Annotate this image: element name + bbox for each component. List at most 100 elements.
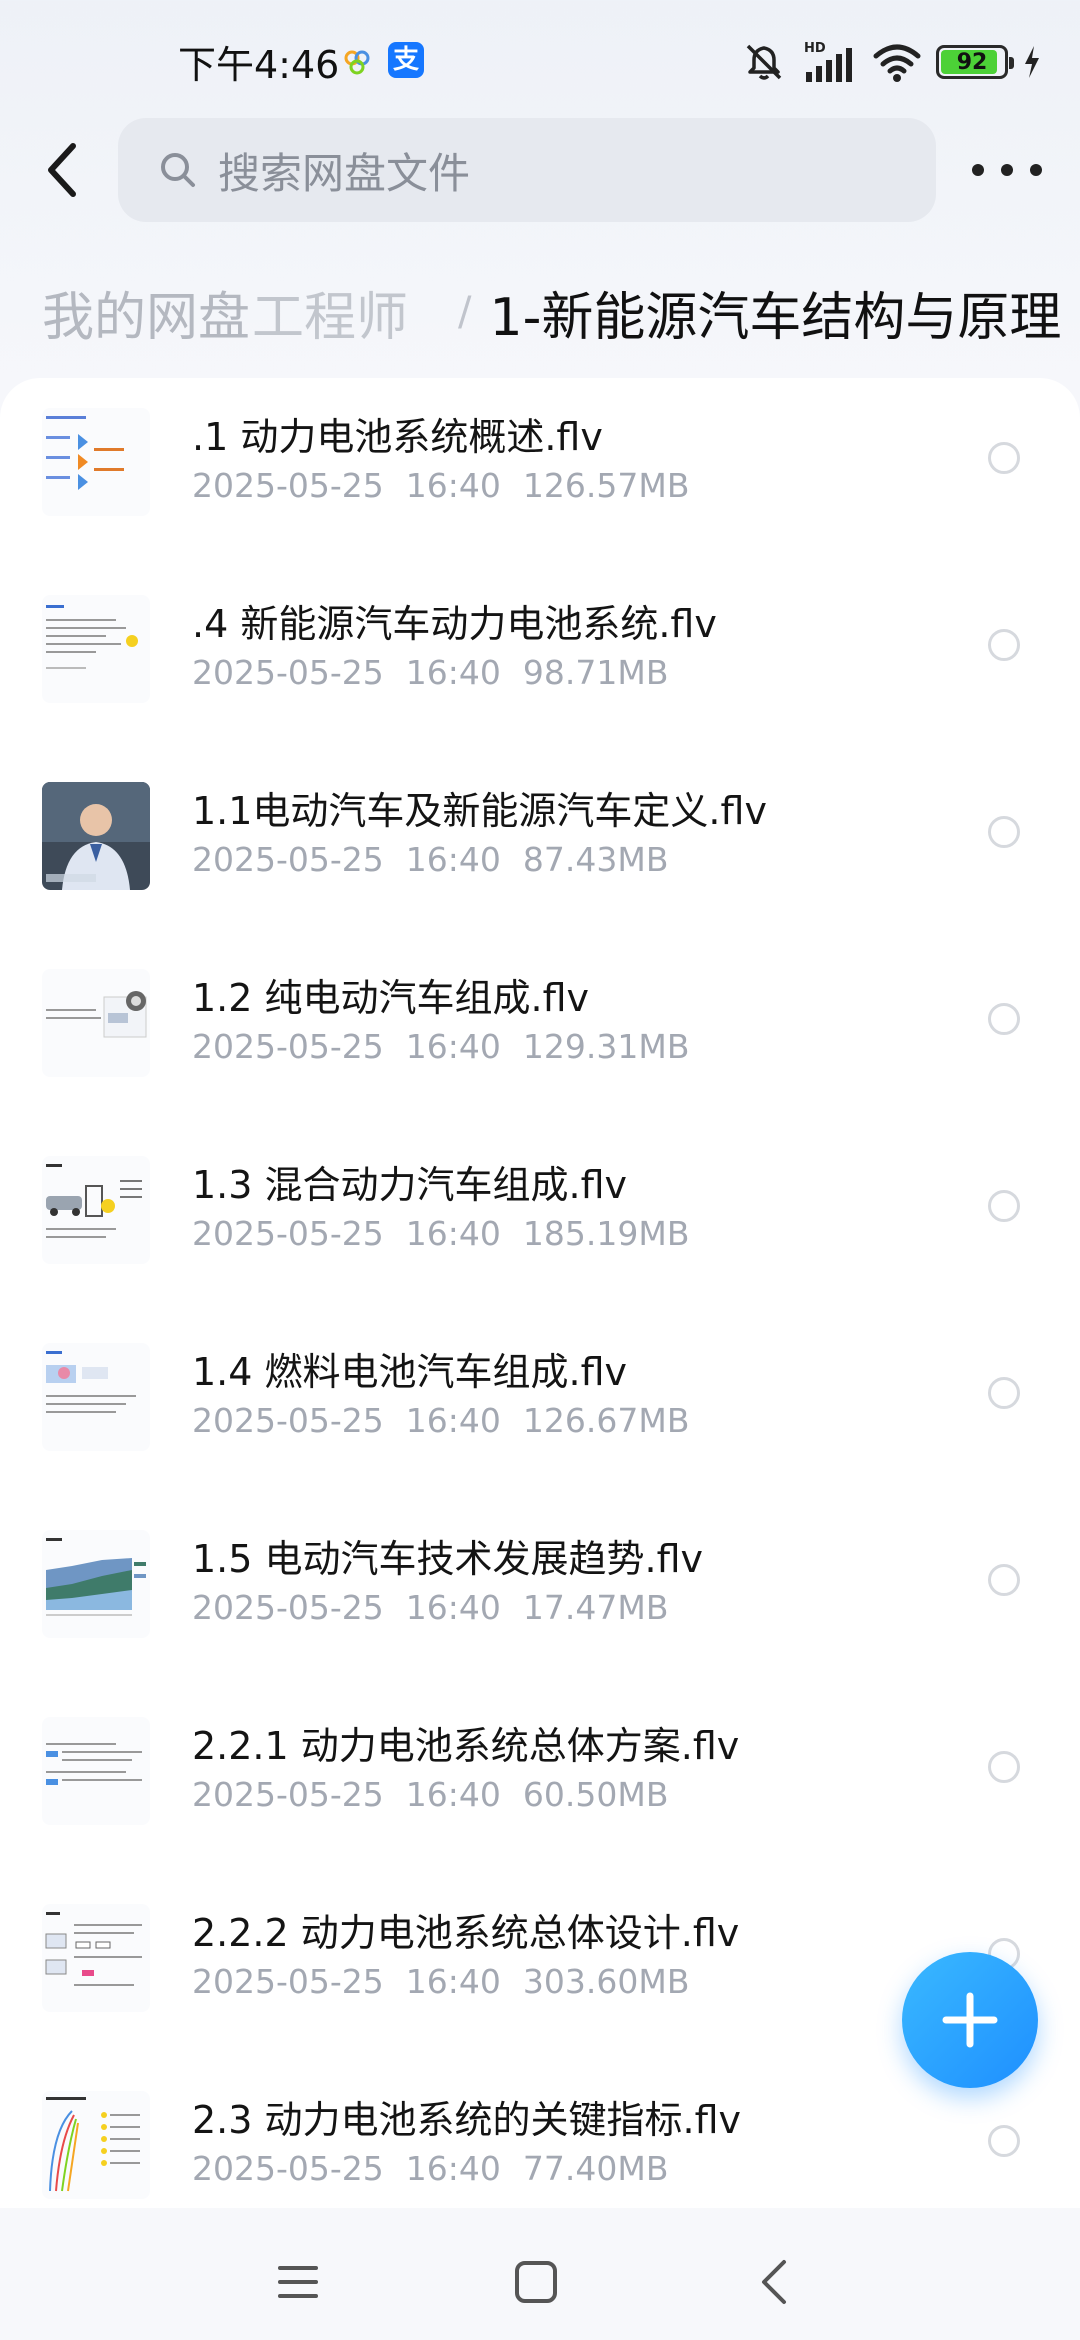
file-name: 1.1电动汽车及新能源汽车定义.flv (192, 789, 767, 833)
file-size: 98.71MB (522, 653, 669, 692)
search-placeholder: 搜索网盘文件 (218, 148, 471, 198)
breadcrumb-separator: / (458, 289, 472, 335)
home-button[interactable] (506, 2252, 566, 2312)
status-time: 下午4:46 (178, 43, 340, 87)
file-date: 2025-05-25 (192, 2149, 384, 2188)
select-radio[interactable] (988, 1003, 1020, 1035)
file-row[interactable]: 1.5 电动汽车技术发展趋势.flv 2025-05-25 16:40 17.47M… (0, 1500, 1080, 1687)
file-name: .1 动力电池系统概述.flv (192, 415, 603, 459)
alipay-icon: 支 (388, 42, 424, 78)
file-date: 2025-05-25 (192, 1962, 384, 2001)
file-row[interactable]: 2.2.1 动力电池系统总体方案.flv 2025-05-25 16:40 60.5… (0, 1687, 1080, 1874)
file-name: 2.2.1 动力电池系统总体方案.flv (192, 1724, 740, 1768)
svg-text:HD: HD (804, 41, 826, 56)
add-button[interactable] (902, 1952, 1038, 2088)
file-date: 2025-05-25 (192, 1775, 384, 1814)
select-radio[interactable] (988, 2125, 1020, 2157)
file-meta: 2025-05-25 16:40 77.40MB (192, 2149, 668, 2188)
colorful-dots-icon (344, 50, 370, 75)
status-right-group: HD 92 (740, 38, 1042, 86)
chevron-left-icon (48, 143, 76, 197)
file-row[interactable]: 1.1电动汽车及新能源汽车定义.flv 2025-05-25 16:40 87.43… (0, 752, 1080, 939)
file-thumbnail (42, 1156, 150, 1264)
file-meta: 2025-05-25 16:40 129.31MB (192, 1027, 689, 1066)
file-size: 303.60MB (522, 1962, 690, 2001)
file-row[interactable]: 1.2 纯电动汽车组成.flv 2025-05-25 16:40 129.31MB (0, 939, 1080, 1126)
file-name: 1.3 混合动力汽车组成.flv (192, 1163, 628, 1207)
file-meta: 2025-05-25 16:40 126.67MB (192, 1401, 689, 1440)
select-radio[interactable] (988, 816, 1020, 848)
file-list: .1 动力电池系统概述.flv 2025-05-25 16:40 126.57MB … (0, 378, 1080, 2208)
file-time: 16:40 (405, 1775, 501, 1814)
file-time: 16:40 (405, 840, 501, 879)
file-name: 1.5 电动汽车技术发展趋势.flv (192, 1537, 704, 1581)
file-size: 126.57MB (522, 466, 690, 505)
file-name: 2.2.2 动力电池系统总体设计.flv (192, 1911, 740, 1955)
file-meta: 2025-05-25 16:40 87.43MB (192, 840, 668, 879)
file-row[interactable]: .1 动力电池系统概述.flv 2025-05-25 16:40 126.57MB (0, 378, 1080, 565)
file-name: 2.3 动力电池系统的关键指标.flv (192, 2098, 742, 2142)
select-radio[interactable] (988, 1564, 1020, 1596)
file-date: 2025-05-25 (192, 1214, 384, 1253)
file-thumbnail (42, 1717, 150, 1825)
file-name: .4 新能源汽车动力电池系统.flv (192, 602, 717, 646)
breadcrumb-middle[interactable]: 工程师 (252, 275, 408, 350)
file-date: 2025-05-25 (192, 466, 384, 505)
file-size: 126.67MB (522, 1401, 690, 1440)
file-thumbnail (42, 1530, 150, 1638)
file-date: 2025-05-25 (192, 1588, 384, 1627)
search-input[interactable]: 搜索网盘文件 (118, 118, 936, 222)
file-meta: 2025-05-25 16:40 98.71MB (192, 653, 668, 692)
file-thumbnail (42, 782, 150, 890)
mute-icon (746, 44, 782, 80)
file-row[interactable]: 1.3 混合动力汽车组成.flv 2025-05-25 16:40 185.19MB (0, 1126, 1080, 1313)
file-size: 129.31MB (522, 1027, 690, 1066)
breadcrumb: 我的网盘 工程师 / 1-新能源汽车结构与原理 (42, 272, 1080, 352)
bottom-navigation (0, 2208, 1080, 2340)
file-row[interactable]: 2.3 动力电池系统的关键指标.flv 2025-05-25 16:40 77.40… (0, 2061, 1080, 2208)
file-size: 17.47MB (522, 1588, 669, 1627)
select-radio[interactable] (988, 629, 1020, 661)
breadcrumb-current: 1-新能源汽车结构与原理 (489, 287, 1062, 348)
select-radio[interactable] (988, 1377, 1020, 1409)
file-size: 60.50MB (522, 1775, 669, 1814)
select-radio[interactable] (988, 442, 1020, 474)
status-bar: 下午4:46 支 HD 92 (0, 0, 1080, 110)
file-size: 77.40MB (522, 2149, 669, 2188)
file-time: 16:40 (405, 1962, 501, 2001)
more-dots-icon[interactable] (972, 150, 1042, 190)
file-thumbnail (42, 1904, 150, 2012)
battery-level: 92 (956, 49, 988, 75)
file-size: 185.19MB (522, 1214, 690, 1253)
hd-signal-icon: HD (804, 41, 852, 82)
file-time: 16:40 (405, 1214, 501, 1253)
file-time: 16:40 (405, 1027, 501, 1066)
select-radio[interactable] (988, 1190, 1020, 1222)
file-name: 1.2 纯电动汽车组成.flv (192, 976, 590, 1020)
file-time: 16:40 (405, 1588, 501, 1627)
file-meta: 2025-05-25 16:40 303.60MB (192, 1962, 689, 2001)
back-triangle-icon (762, 2260, 786, 2304)
select-radio[interactable] (988, 1751, 1020, 1783)
menu-button[interactable] (268, 2252, 328, 2312)
wifi-icon (873, 44, 921, 82)
file-size: 87.43MB (522, 840, 669, 879)
menu-icon (278, 2266, 318, 2298)
back-button[interactable] (38, 138, 88, 202)
search-icon (161, 153, 195, 187)
file-date: 2025-05-25 (192, 840, 384, 879)
file-row[interactable]: 1.4 燃料电池汽车组成.flv 2025-05-25 16:40 126.67MB (0, 1313, 1080, 1500)
file-time: 16:40 (405, 653, 501, 692)
system-back-button[interactable] (744, 2252, 804, 2312)
file-date: 2025-05-25 (192, 1401, 384, 1440)
file-thumbnail (42, 595, 150, 703)
file-row[interactable]: .4 新能源汽车动力电池系统.flv 2025-05-25 16:40 98.71M… (0, 565, 1080, 752)
file-thumbnail (42, 2091, 150, 2199)
file-meta: 2025-05-25 16:40 60.50MB (192, 1775, 668, 1814)
file-time: 16:40 (405, 2149, 501, 2188)
file-time: 16:40 (405, 1401, 501, 1440)
home-square-icon (515, 2261, 557, 2303)
file-time: 16:40 (405, 466, 501, 505)
plus-icon (942, 1992, 998, 2048)
breadcrumb-root[interactable]: 我的网盘 (42, 275, 250, 350)
